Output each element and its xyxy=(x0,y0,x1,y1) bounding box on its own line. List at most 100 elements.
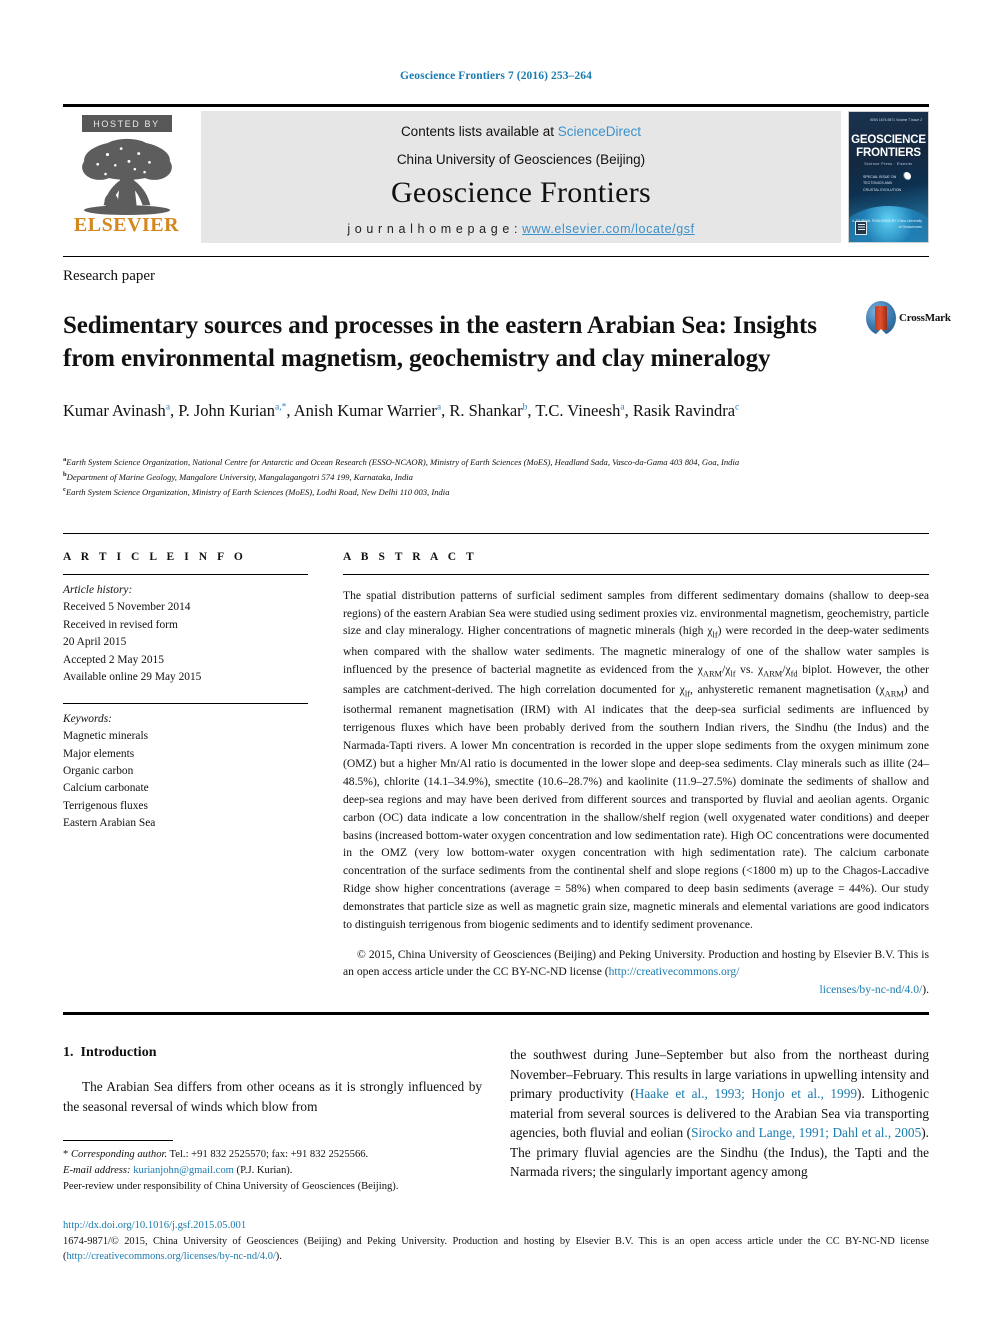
doi-link[interactable]: http://dx.doi.org/10.1016/j.gsf.2015.05.… xyxy=(63,1220,246,1231)
cc-license-last-line: licenses/by-nc-nd/4.0/). xyxy=(343,981,929,999)
section-title: Introduction xyxy=(80,1045,157,1060)
abstract-heading: A B S T R A C T xyxy=(343,551,478,563)
keyword-item: Magnetic minerals xyxy=(63,730,149,743)
author-affil-mark: a xyxy=(436,402,442,413)
crossmark-label: CrossMark xyxy=(899,312,951,324)
corresponding-author-footnote: * Corresponding author. Tel.: +91 832 25… xyxy=(63,1147,493,1163)
keywords-rule xyxy=(63,702,308,704)
page-footer: http://dx.doi.org/10.1016/j.gsf.2015.05.… xyxy=(63,1218,929,1265)
keywords-label: Keywords: xyxy=(63,712,112,725)
crossmark-book-icon xyxy=(875,306,887,335)
affiliation-list: aEarth System Science Organization, Nati… xyxy=(63,455,929,499)
society-line: China University of Geosciences (Beijing… xyxy=(396,152,646,167)
author-name: P. John Kurian xyxy=(178,401,275,420)
author-affil-mark: a xyxy=(620,402,625,413)
cc-license-link-part2[interactable]: licenses/by-nc-nd/4.0/ xyxy=(820,983,923,996)
journal-cover-thumbnail: ISSN 1674-9871 Volume 7 Issue 2 GEOSCIEN… xyxy=(848,111,929,243)
email-label: E-mail address: xyxy=(63,1164,131,1176)
chi-arm-subscript: ARM xyxy=(884,689,904,699)
copyright-tail: ). xyxy=(922,983,929,997)
history-item: Available online 29 May 2015 xyxy=(63,671,202,684)
history-item: Accepted 2 May 2015 xyxy=(63,653,164,666)
cover-mid-text: SPECIAL ISSUE ON TECTONICS AND CRUSTAL E… xyxy=(863,174,901,193)
masthead-center-panel: Contents lists available at ScienceDirec… xyxy=(201,111,841,243)
history-item: Received 5 November 2014 xyxy=(63,601,191,614)
article-info-column: A R T I C L E I N F O Article history: R… xyxy=(63,551,308,833)
contents-list-line: Contents lists available at ScienceDirec… xyxy=(201,111,841,139)
footnote-rule xyxy=(63,1140,173,1141)
abstract-text-4: , anhysteretic remanent magnetisation ( xyxy=(689,682,880,696)
cover-title-line1: GEOSCIENCE xyxy=(851,134,926,146)
cover-mid-line3: CRUSTAL EVOLUTION xyxy=(863,187,902,192)
email-owner: (P.J. Kurian). xyxy=(233,1164,293,1176)
author-name: Rasik Ravindra xyxy=(632,401,736,420)
footer-license-link[interactable]: http://creativecommons.org/licenses/by-n… xyxy=(66,1251,275,1262)
keyword-item: Terrigenous fluxes xyxy=(63,799,148,812)
issn-tail: ). xyxy=(275,1251,282,1263)
cover-title: GEOSCIENCE FRONTIERS xyxy=(849,134,928,160)
abstract-text-5: ) and isothermal remanent magnetisation … xyxy=(343,682,929,932)
journal-article-page: Geoscience Frontiers 7 (2016) 253–264 HO… xyxy=(0,0,992,1323)
journal-title: Geoscience Frontiers xyxy=(390,176,652,209)
title-top-rule xyxy=(63,256,929,257)
author-affil-mark: b xyxy=(522,402,528,413)
citation-link[interactable]: Haake et al., 1993; Honjo et al., 1999 xyxy=(635,1086,857,1101)
cc-license-link-part1[interactable]: http://creativecommons.org/ xyxy=(609,965,740,978)
running-head: Geoscience Frontiers 7 (2016) 253–264 xyxy=(400,70,592,82)
article-type-kicker: Research paper xyxy=(63,268,156,284)
author-affil-mark: a,* xyxy=(275,402,287,413)
keyword-item: Eastern Arabian Sea xyxy=(63,817,156,830)
citation-link[interactable]: Sirocko and Lange, 1991; Dahl et al., 20… xyxy=(691,1125,921,1140)
author-name: Kumar Avinash xyxy=(63,401,166,420)
issn-copyright-line: 1674-9871/© 2015, China University of Ge… xyxy=(63,1234,929,1265)
cover-moon-icon xyxy=(902,172,911,181)
corresponding-label: Corresponding author. xyxy=(70,1149,168,1160)
peer-review-footnote: Peer-review under responsibility of Chin… xyxy=(63,1180,399,1192)
elsevier-tree-icon xyxy=(81,138,172,216)
article-info-rule xyxy=(63,574,308,575)
elsevier-logo-block: HOSTED BY ELSEVIER xyxy=(63,111,190,243)
affiliation-item: bDepartment of Marine Geology, Mangalore… xyxy=(63,470,929,485)
corresponding-contact: Tel.: +91 832 2525570; fax: +91 832 2525… xyxy=(167,1149,369,1160)
footnote-block: * Corresponding author. Tel.: +91 832 25… xyxy=(63,1147,493,1195)
keyword-item: Major elements xyxy=(63,747,135,760)
author-affil-mark: c xyxy=(735,402,740,413)
contents-prefix: Contents lists available at xyxy=(400,124,558,139)
intro-paragraph-right: the southwest during June–September but … xyxy=(510,1045,929,1182)
section-heading-introduction: 1. Introduction xyxy=(63,1045,482,1061)
affiliation-item: aEarth System Science Organization, Nati… xyxy=(63,455,929,470)
sciencedirect-link[interactable]: ScienceDirect xyxy=(558,124,641,139)
email-footnote: E-mail address: kurianjohn@gmail.com (P.… xyxy=(63,1163,493,1179)
chi-arm-subscript: ARM xyxy=(702,668,723,678)
cover-title-line2: FRONTIERS xyxy=(856,146,921,159)
masthead-top-rule xyxy=(63,104,929,107)
author-name: R. Shankar xyxy=(449,401,523,420)
cover-elsevier-mark-icon xyxy=(855,221,867,235)
body-column-left: 1. Introduction The Arabian Sea differs f… xyxy=(63,1045,482,1116)
abstract-body: The spatial distribution patterns of sur… xyxy=(343,587,929,934)
author-affil-mark: a xyxy=(165,402,171,413)
keyword-item: Organic carbon xyxy=(63,764,134,777)
author-name: Anish Kumar Warrier xyxy=(293,401,437,420)
article-info-heading: A R T I C L E I N F O xyxy=(63,551,247,563)
chi-arm-subscript: ARM xyxy=(763,668,783,678)
keyword-item: Calcium carbonate xyxy=(63,782,149,795)
cover-subtitle: Science Press · Elsevier xyxy=(864,162,913,166)
homepage-label: j o u r n a l h o m e p a g e : xyxy=(347,222,523,236)
chi-fd-subscript: fd xyxy=(790,668,798,678)
intro-paragraph-left: The Arabian Sea differs from other ocean… xyxy=(63,1079,482,1114)
abstract-bottom-rule xyxy=(63,1012,929,1015)
affiliation-text: Department of Marine Geology, Mangalore … xyxy=(66,471,413,482)
crossmark-badge[interactable]: CrossMark xyxy=(866,299,951,339)
email-link[interactable]: kurianjohn@gmail.com xyxy=(133,1165,234,1176)
cover-issn-text: ISSN 1674-9871 Volume 7 Issue 2 xyxy=(869,118,922,122)
author-list: Kumar Avinasha, P. John Kuriana,*, Anish… xyxy=(63,401,740,420)
journal-homepage-line: j o u r n a l h o m e p a g e : www.else… xyxy=(201,210,841,236)
keywords-block: Keywords: Magnetic minerals Major elemen… xyxy=(63,711,308,833)
affiliation-item: cEarth System Science Organization, Mini… xyxy=(63,485,929,500)
affiliation-text: Earth System Science Organization, Minis… xyxy=(65,486,450,497)
abstract-copyright: © 2015, China University of Geosciences … xyxy=(343,946,929,1000)
body-column-right: the southwest during June–September but … xyxy=(510,1045,929,1182)
journal-homepage-link[interactable]: www.elsevier.com/locate/gsf xyxy=(522,222,695,236)
affiliation-text: Earth System Science Organization, Natio… xyxy=(66,456,740,467)
